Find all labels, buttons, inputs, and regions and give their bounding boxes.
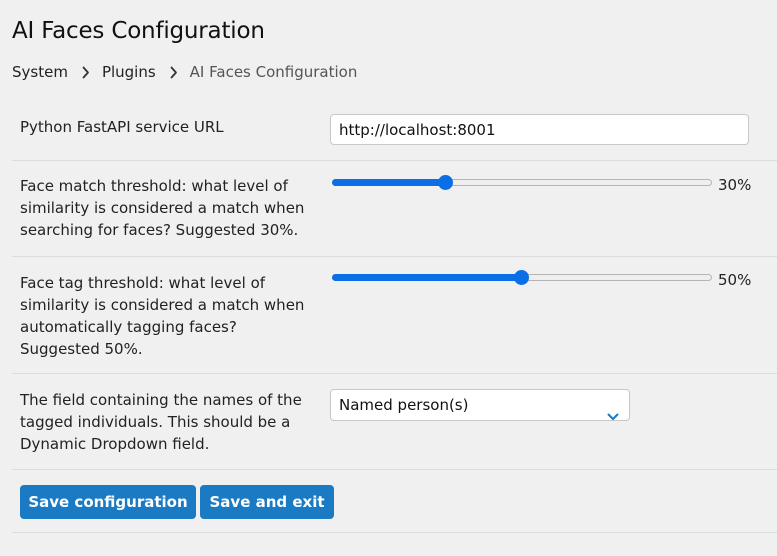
face-match-slider[interactable] <box>332 174 712 192</box>
names-field-selected: Named person(s) <box>339 396 469 414</box>
service-url-label: Python FastAPI service URL <box>20 118 224 136</box>
chevron-down-icon <box>607 401 619 431</box>
face-tag-label: Face tag threshold: what level of simila… <box>20 274 305 358</box>
chevron-right-icon <box>170 66 178 79</box>
breadcrumb-system[interactable]: System <box>12 63 68 81</box>
face-match-row: Face match threshold: what level of simi… <box>12 161 777 257</box>
slider-fill <box>332 274 522 281</box>
names-field-row: The field containing the names of the ta… <box>12 374 777 470</box>
face-match-label: Face match threshold: what level of simi… <box>20 177 305 239</box>
slider-thumb[interactable] <box>438 175 453 190</box>
page-title: AI Faces Configuration <box>12 18 265 44</box>
chevron-right-icon <box>82 66 90 79</box>
face-tag-value: 50% <box>718 271 752 289</box>
face-tag-row: Face tag threshold: what level of simila… <box>12 257 777 374</box>
slider-fill <box>332 179 446 186</box>
breadcrumb: System Plugins AI Faces Configuration <box>12 63 357 81</box>
names-field-label: The field containing the names of the ta… <box>20 391 302 453</box>
face-tag-slider[interactable] <box>332 269 712 287</box>
slider-thumb[interactable] <box>514 270 529 285</box>
save-configuration-button[interactable]: Save configuration <box>20 485 196 519</box>
names-field-select[interactable]: Named person(s) <box>330 389 630 421</box>
divider <box>12 532 777 533</box>
breadcrumb-current: AI Faces Configuration <box>189 63 358 81</box>
face-match-value: 30% <box>718 176 752 194</box>
service-url-input[interactable] <box>330 114 749 145</box>
save-and-exit-button[interactable]: Save and exit <box>200 485 334 519</box>
breadcrumb-plugins[interactable]: Plugins <box>102 63 156 81</box>
service-url-row: Python FastAPI service URL <box>12 104 777 161</box>
